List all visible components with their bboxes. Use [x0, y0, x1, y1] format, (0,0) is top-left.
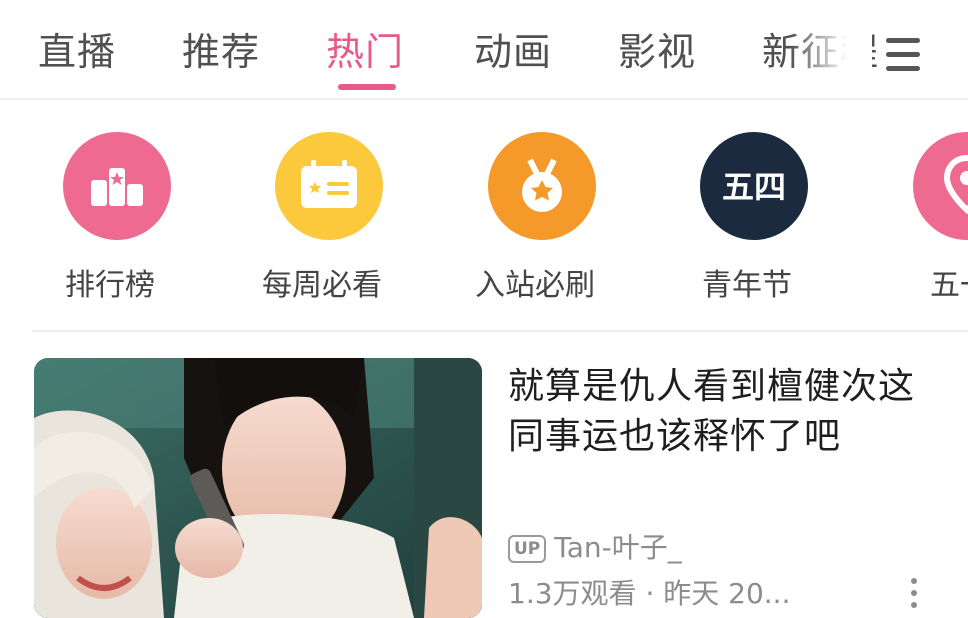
tab-live[interactable]: 直播 [38, 28, 116, 76]
tab-bar-divider [0, 98, 968, 100]
tab-film-tv[interactable]: 影视 [618, 28, 696, 76]
shortcut-youth-day[interactable]: 五四 青年节 [657, 132, 837, 303]
active-tab-indicator [338, 84, 396, 90]
thumbnail-image [34, 358, 482, 618]
svg-text:五四: 五四 [722, 168, 786, 206]
tab-anime[interactable]: 动画 [474, 28, 552, 76]
shortcut-must-watch[interactable]: 入站必刷 [445, 132, 625, 303]
tab-recommend[interactable]: 推荐 [182, 28, 260, 76]
uploader-name: Tan-叶子_ [554, 531, 682, 564]
location-pin-icon [913, 132, 968, 240]
meta-separator: · [645, 577, 655, 610]
shortcut-label: 五一 [930, 268, 968, 302]
shortcut-ranking[interactable]: 排行榜 [20, 132, 200, 303]
calendar-card-icon [275, 132, 383, 240]
video-meta: 1.3万观看 · 昨天 20... [508, 572, 791, 610]
video-thumbnail[interactable] [34, 358, 482, 618]
up-badge: UP [508, 535, 547, 563]
shortcut-weekly[interactable]: 每周必看 [232, 132, 412, 303]
shortcut-may-day[interactable]: 五一 [870, 132, 968, 302]
medal-icon [488, 132, 596, 240]
view-count: 1.3万观看 [508, 577, 637, 610]
menu-icon[interactable] [878, 32, 928, 78]
more-vertical-icon[interactable] [906, 574, 922, 614]
uploader-row[interactable]: UP Tan-叶子_ [508, 526, 682, 564]
top-tab-bar: 直播 推荐 热门 动画 影视 新征程 [0, 0, 968, 98]
tab-overflow-fade [790, 0, 872, 98]
shortcut-label: 每周必看 [262, 268, 382, 303]
youth-day-icon: 五四 [700, 132, 808, 240]
shortcut-label: 入站必刷 [475, 268, 595, 303]
shortcut-label: 青年节 [702, 268, 792, 303]
shortcut-label: 排行榜 [65, 268, 155, 303]
section-divider [32, 330, 968, 332]
ranking-icon [63, 132, 171, 240]
upload-date: 昨天 20... [663, 577, 791, 610]
tab-popular[interactable]: 热门 [326, 28, 404, 76]
video-title[interactable]: 就算是仇人看到檀健次这同事运也该释怀了吧 [508, 362, 948, 462]
